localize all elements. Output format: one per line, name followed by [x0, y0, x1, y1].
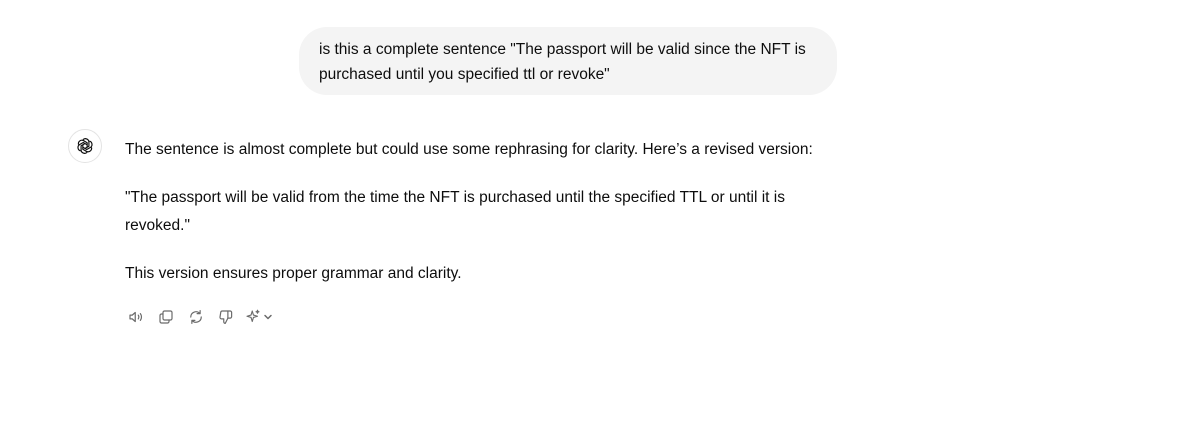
thumbs-down-button[interactable]	[214, 305, 238, 329]
assistant-avatar	[68, 129, 102, 163]
assistant-paragraph-1: The sentence is almost complete but coul…	[125, 141, 813, 158]
chat-canvas: is this a complete sentence "The passpor…	[0, 0, 1204, 435]
message-action-bar	[124, 305, 273, 329]
assistant-paragraph-2: "The passport will be valid from the tim…	[125, 189, 785, 234]
user-message-text: is this a complete sentence "The passpor…	[319, 41, 806, 83]
copy-button[interactable]	[154, 305, 178, 329]
user-message-bubble: is this a complete sentence "The passpor…	[299, 27, 837, 95]
chevron-down-icon	[264, 314, 272, 320]
read-aloud-button[interactable]	[124, 305, 148, 329]
sparkle-icon	[246, 309, 260, 323]
assistant-paragraph-3: This version ensures proper grammar and …	[125, 265, 462, 282]
regenerate-button[interactable]	[184, 305, 208, 329]
thumbs-down-icon	[219, 310, 233, 324]
speaker-icon	[129, 311, 143, 323]
regenerate-icon	[190, 310, 202, 324]
copy-icon	[159, 310, 173, 324]
openai-logo-icon	[77, 138, 93, 154]
model-switcher-button[interactable]	[244, 305, 273, 329]
assistant-message: The sentence is almost complete but coul…	[125, 136, 845, 308]
